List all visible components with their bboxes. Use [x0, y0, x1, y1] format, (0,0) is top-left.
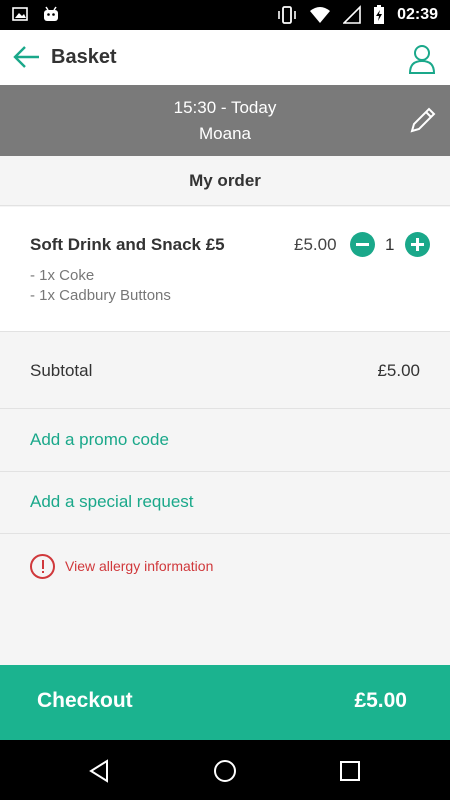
system-navigation-bar — [0, 740, 450, 800]
allergy-label: View allergy information — [65, 558, 214, 574]
signal-icon — [343, 5, 361, 24]
arrow-left-icon[interactable] — [12, 44, 42, 70]
battery-charging-icon — [374, 5, 385, 24]
item-quantity: 1 — [385, 235, 395, 254]
image-icon — [12, 7, 28, 21]
session-info: 15:30 - Today Moana — [0, 85, 450, 156]
special-request-label: Add a special request — [30, 492, 194, 511]
add-promo-code-link[interactable]: Add a promo code — [0, 410, 450, 472]
recent-apps-square-icon[interactable] — [337, 758, 363, 784]
order-item: Soft Drink and Snack £5 £5.00 1 - 1x Cok… — [0, 207, 450, 332]
add-special-request-link[interactable]: Add a special request — [0, 472, 450, 534]
vibrate-icon — [278, 6, 296, 24]
checkout-label: Checkout — [37, 689, 133, 712]
back-triangle-icon[interactable] — [87, 758, 113, 784]
subtotal-value: £5.00 — [377, 361, 420, 380]
allergy-information-link[interactable]: View allergy information — [0, 535, 450, 597]
warning-icon — [30, 554, 55, 579]
decrease-quantity-button[interactable] — [350, 232, 375, 257]
film-title: Moana — [199, 124, 251, 143]
android-icon — [44, 6, 58, 21]
item-name: Soft Drink and Snack £5 — [30, 235, 225, 254]
status-time: 02:39 — [397, 6, 438, 23]
subtotal-row: Subtotal £5.00 — [0, 333, 450, 409]
wifi-icon — [310, 7, 331, 23]
item-price: £5.00 — [294, 235, 337, 254]
session-time: 15:30 - Today — [173, 98, 277, 117]
checkout-total: £5.00 — [354, 689, 407, 712]
item-detail: - 1x Coke — [30, 267, 95, 284]
subtotal-label: Subtotal — [30, 361, 93, 380]
home-circle-icon[interactable] — [212, 758, 238, 784]
status-bar: 02:39 — [0, 0, 450, 30]
app-bar: Basket — [0, 30, 450, 85]
item-detail: - 1x Cadbury Buttons — [30, 287, 171, 304]
checkout-button[interactable]: Checkout £5.00 — [0, 665, 450, 740]
person-icon[interactable] — [408, 44, 436, 74]
promo-code-label: Add a promo code — [30, 430, 169, 449]
pencil-icon[interactable] — [408, 105, 438, 135]
section-header-my-order: My order — [0, 156, 450, 206]
page-title: Basket — [51, 46, 117, 68]
increase-quantity-button[interactable] — [405, 232, 430, 257]
